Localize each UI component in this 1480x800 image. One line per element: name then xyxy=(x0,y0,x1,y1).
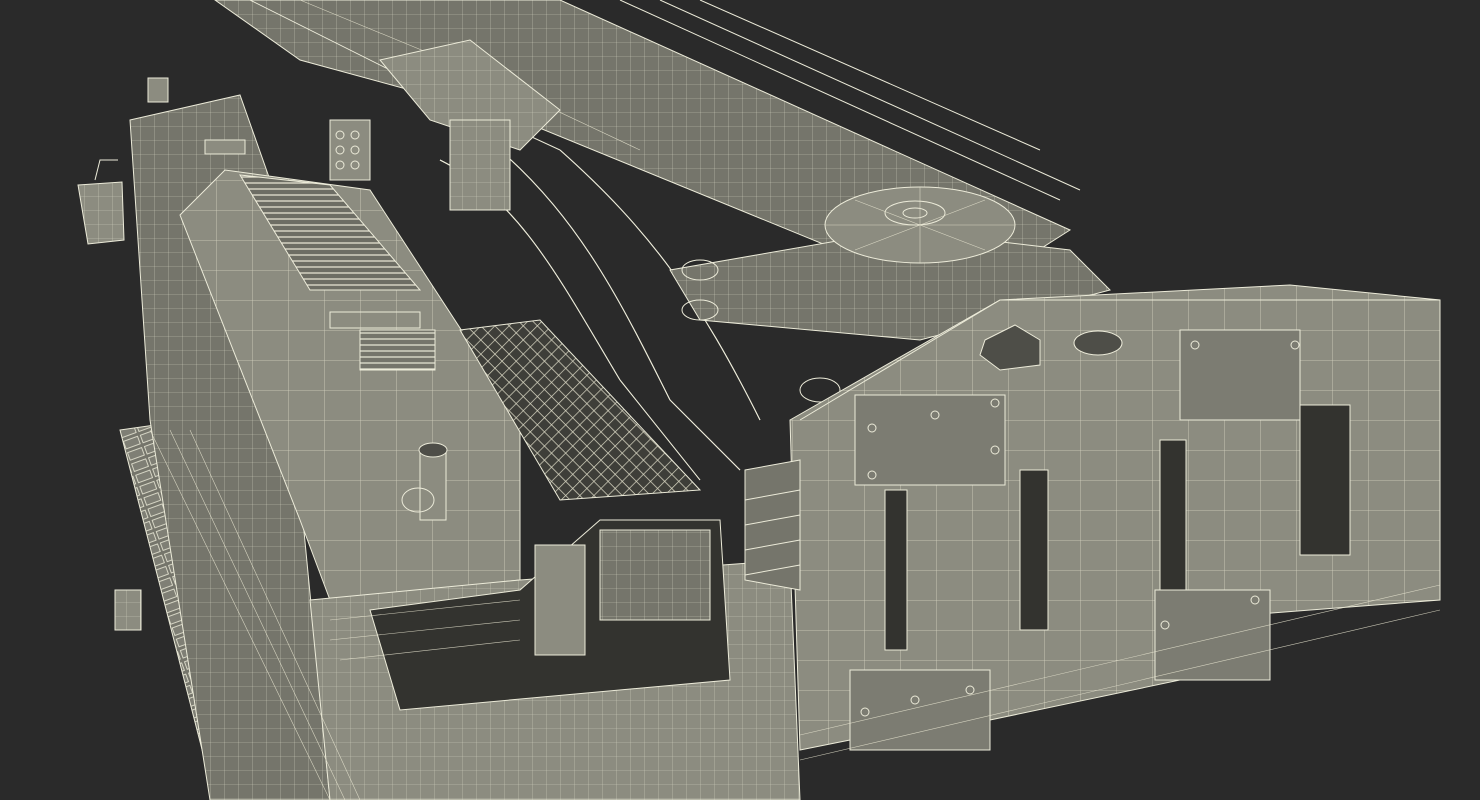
bolt-plate xyxy=(850,670,990,750)
frame-slot xyxy=(1020,470,1048,630)
frame-slot xyxy=(1300,405,1350,555)
cooling-fins xyxy=(744,459,801,591)
frame-slot xyxy=(885,490,907,650)
bolt-plate xyxy=(1180,330,1300,420)
bolt-plate xyxy=(855,395,1005,485)
wireframe-render xyxy=(0,0,1480,800)
frame-slot xyxy=(1160,440,1186,590)
